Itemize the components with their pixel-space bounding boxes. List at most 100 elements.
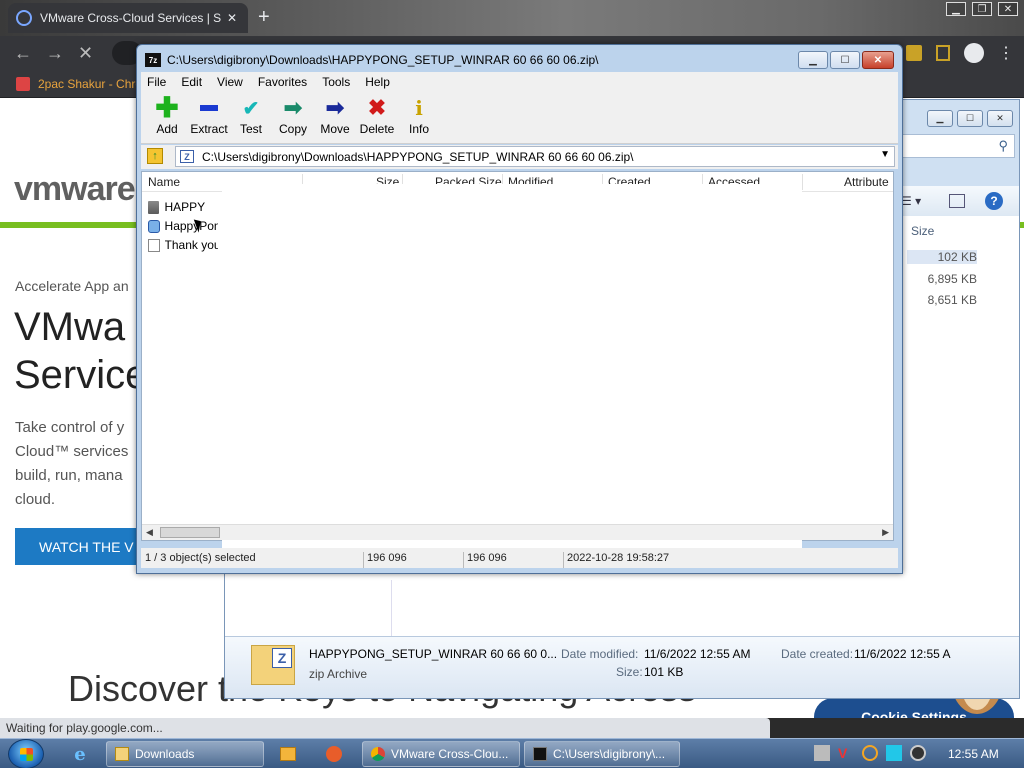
taskbar-clock[interactable]: 12:55 AM [948,747,999,761]
internet-explorer-pin[interactable]: e [60,742,100,766]
maximize-icon[interactable]: ☐ [957,110,983,127]
kebab-menu-icon[interactable]: ⋮ [998,43,1014,63]
hero-body-line: build, run, mana [15,467,123,484]
explorer-search-input[interactable]: ⚲ [901,134,1015,158]
column-header-name[interactable]: Name [148,175,180,189]
preview-pane-icon[interactable] [949,194,965,208]
back-arrow-icon[interactable]: ← [14,43,32,64]
browser-tab-vmware[interactable]: VMware Cross-Cloud Services | S ✕ [8,3,248,33]
info-button[interactable]: i Info [397,96,441,136]
start-button[interactable] [8,739,44,768]
test-button[interactable]: ✔ Test [229,96,273,137]
menu-file[interactable]: File [141,72,175,92]
folder-icon [115,747,129,761]
scroll-right-icon[interactable]: ▶ [882,527,889,538]
hero-headline-line1: VMwa [14,305,126,349]
search-icon[interactable]: ⚲ [998,138,1008,154]
change-view-chevron-icon[interactable]: ☰ ▾ [901,194,921,208]
tab-close-icon[interactable]: ✕ [224,11,240,25]
menu-view[interactable]: View [211,72,252,92]
column-divider[interactable] [802,174,803,190]
move-button[interactable]: ➡ Move [313,95,357,136]
horizontal-scrollbar[interactable]: ◀ ▶ [142,524,893,540]
browser-tab-strip: VMware Cross-Cloud Services | S ✕ + ▁ ❐ … [0,0,1024,36]
zip-archive-icon: Z [180,150,194,163]
bookmark-favicon [16,76,30,91]
minimize-icon[interactable]: ▁ [946,2,966,16]
dropdown-arrow-icon[interactable]: ▼ [880,149,890,160]
scrollbar-thumb[interactable] [160,527,220,538]
antivirus-icon[interactable]: V [838,745,854,761]
list-item[interactable]: HAPPY [148,198,218,216]
minus-icon [187,96,231,120]
network-icon[interactable] [814,745,830,761]
folder-up-icon[interactable]: ↑ [147,148,163,164]
menu-help[interactable]: Help [359,72,399,92]
item-name: Thank you [164,238,218,252]
details-filetype: zip Archive [309,667,368,681]
browser-status-bubble: Waiting for play.google.com... [0,718,770,738]
copy-button[interactable]: ➡ Copy [271,95,315,136]
close-icon[interactable]: ✕ [987,110,1013,127]
task-label: VMware Cross-Clou... [391,747,509,761]
setup-icon [148,219,160,233]
sevenzip-window-controls: ▁ ☐ ✕ [798,51,894,69]
media-player-pin[interactable] [268,742,308,766]
list-item[interactable]: Thank you [148,236,218,254]
search-tray-icon[interactable] [862,745,878,761]
sevenzip-titlebar[interactable]: 7z C:\Users\digibrony\Downloads\HAPPYPON… [137,45,902,75]
profile-avatar-icon[interactable] [964,43,984,63]
address-row: ↑ Z C:\Users\digibrony\Downloads\HAPPYPO… [141,145,898,169]
extract-label: Extract [190,122,228,136]
pane-divider[interactable] [391,580,392,636]
taskbar-item-chrome[interactable]: VMware Cross-Clou... [362,741,520,767]
side-panel-icon[interactable] [936,45,950,61]
column-header-size[interactable]: Size [911,224,934,238]
new-tab-button[interactable]: + [258,6,270,29]
menu-tools[interactable]: Tools [316,72,359,92]
taskbar-item-downloads[interactable]: Downloads [106,741,264,767]
stop-loading-icon[interactable]: ✕ [78,43,93,64]
browser-extensions: ⋮ [906,43,1014,63]
maximize-icon[interactable]: ☐ [830,51,860,69]
add-label: Add [156,122,178,136]
extract-button[interactable]: Extract [187,96,231,136]
volume-icon[interactable] [910,745,926,761]
plus-icon: ✚ [155,92,179,123]
menu-edit[interactable]: Edit [175,72,211,92]
scroll-left-icon[interactable]: ◀ [146,527,153,538]
add-button[interactable]: ✚ Add [145,92,189,137]
status-divider [363,552,364,568]
hero-body-line: cloud. [15,491,56,508]
display-icon[interactable] [886,745,902,761]
info-label: Info [408,122,429,136]
file-size: 8,651 KB [927,293,977,307]
delete-button[interactable]: ✖ Delete [355,95,399,136]
hero-body: Take control of y Cloud™ services build,… [15,416,145,512]
file-size: 6,895 KB [927,272,977,286]
task-label: Downloads [135,747,195,761]
restore-icon[interactable]: ❐ [972,2,992,16]
hero-headline-line2: Service [14,353,148,397]
delete-x-icon: ✖ [367,95,387,120]
help-icon[interactable]: ? [985,192,1003,210]
archive-path-combobox[interactable]: Z C:\Users\digibrony\Downloads\HAPPYPONG… [175,146,895,167]
archive-file-list: Name Size Packed Size Modified Created A… [141,171,894,556]
vmware-logo[interactable]: vmware [14,170,136,209]
extensions-puzzle-icon[interactable] [906,45,922,61]
forward-arrow-icon[interactable]: → [46,43,64,64]
column-header-attributes[interactable]: Attribute [844,175,889,189]
hero-eyebrow: Accelerate App an [15,278,129,294]
list-item[interactable]: HappyPon [148,217,218,235]
menu-favorites[interactable]: Favorites [252,72,316,92]
test-label: Test [239,122,262,136]
bookmark-2pac[interactable]: 2pac Shakur - Chro [38,77,142,91]
copy-arrow-icon: ➡ [283,95,303,120]
minimize-icon[interactable]: ▁ [798,51,828,69]
details-modified-value: 11/6/2022 12:55 AM [644,647,751,661]
minimize-icon[interactable]: ▁ [927,110,953,127]
paint-pin[interactable] [314,742,354,766]
close-icon[interactable]: ✕ [998,2,1018,16]
taskbar-item-sevenzip[interactable]: C:\Users\digibrony\... [524,741,680,767]
close-icon[interactable]: ✕ [862,51,894,69]
